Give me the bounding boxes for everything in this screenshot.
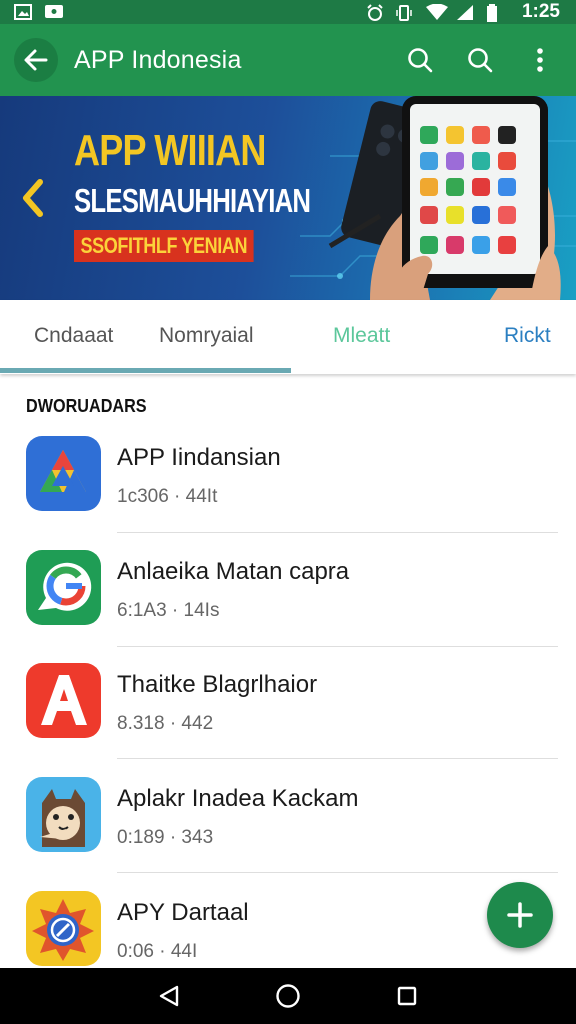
circle-home-icon: [276, 984, 300, 1008]
status-bar: 1:25: [0, 0, 576, 24]
page-title: APP Indonesia: [74, 45, 242, 74]
back-button[interactable]: [14, 38, 58, 82]
search-button[interactable]: [398, 38, 442, 82]
compass-badge-icon: [26, 891, 101, 966]
g-letter-icon: [26, 550, 101, 625]
promo-banner[interactable]: APP WIIIAN SLESMAUHHIAYIAN SSOFITHLF YEN…: [0, 96, 576, 300]
tab-1[interactable]: Nomryaial: [159, 324, 254, 348]
battery-icon: [486, 4, 506, 22]
app-bar: APP Indonesia: [0, 24, 576, 96]
tab-indicator: [0, 368, 291, 373]
app-meta: 0:06 · 44I: [117, 941, 198, 962]
app-name: APP Iindansian: [117, 444, 281, 471]
app-meta: 6:1A3 · 14Is: [117, 600, 220, 621]
search-icon: [408, 48, 433, 73]
app-meta: 1c306 · 44It: [117, 486, 218, 507]
more-vert-icon: [537, 48, 543, 72]
banner-title: APP WIIIAN: [74, 126, 266, 175]
banner-tag: SSOFITHLF YENIAN: [74, 230, 254, 262]
plus-icon: [507, 902, 533, 928]
search-button-secondary[interactable]: [458, 38, 502, 82]
owl-mascot-icon: [26, 777, 101, 852]
alarm-icon: [366, 4, 386, 21]
system-nav-bar: [0, 968, 576, 1024]
tab-0[interactable]: Cndaaat: [34, 324, 113, 348]
triangle-drive-icon: [26, 436, 101, 511]
tab-3[interactable]: Rickt: [504, 324, 551, 348]
a-letter-icon: [26, 663, 101, 738]
phone-illustration: [328, 96, 561, 300]
app-meta: 8.318 · 442: [117, 713, 214, 734]
divider: [117, 646, 558, 647]
app-name: Thaitke Blagrlhaior: [117, 671, 318, 698]
app-name: Aplakr Inadea Kackam: [117, 785, 359, 812]
overflow-menu-button[interactable]: [518, 38, 562, 82]
app-name: APY Dartaal: [117, 899, 249, 926]
status-time: 1:25: [521, 1, 560, 22]
divider: [117, 758, 558, 759]
app-meta: 0:189 · 343: [117, 827, 214, 848]
message-icon: [44, 4, 64, 20]
arrow-left-icon: [24, 49, 48, 71]
triangle-back-icon: [160, 985, 179, 1007]
search-icon: [468, 48, 493, 73]
vibrate-icon: [396, 4, 416, 21]
wifi-icon: [425, 3, 448, 20]
signal-icon: [456, 4, 476, 20]
section-title: DWORUADARS: [26, 396, 147, 416]
app-name: Anlaeika Matan capra: [117, 558, 350, 585]
banner-subtitle: SLESMAUHHIAYIAN: [74, 182, 311, 219]
chevron-left-icon[interactable]: [20, 178, 46, 218]
nav-home-button[interactable]: [268, 976, 308, 1016]
tab-bar: Cndaaat Nomryaial Mleatt Rickt: [0, 300, 576, 374]
nav-back-button[interactable]: [149, 976, 189, 1016]
divider: [117, 872, 558, 873]
nav-recents-button[interactable]: [387, 976, 427, 1016]
square-recents-icon: [397, 986, 416, 1006]
tab-2[interactable]: Mleatt: [333, 324, 390, 348]
gallery-icon: [14, 4, 34, 20]
add-fab-button[interactable]: [487, 882, 553, 948]
divider: [117, 532, 558, 533]
